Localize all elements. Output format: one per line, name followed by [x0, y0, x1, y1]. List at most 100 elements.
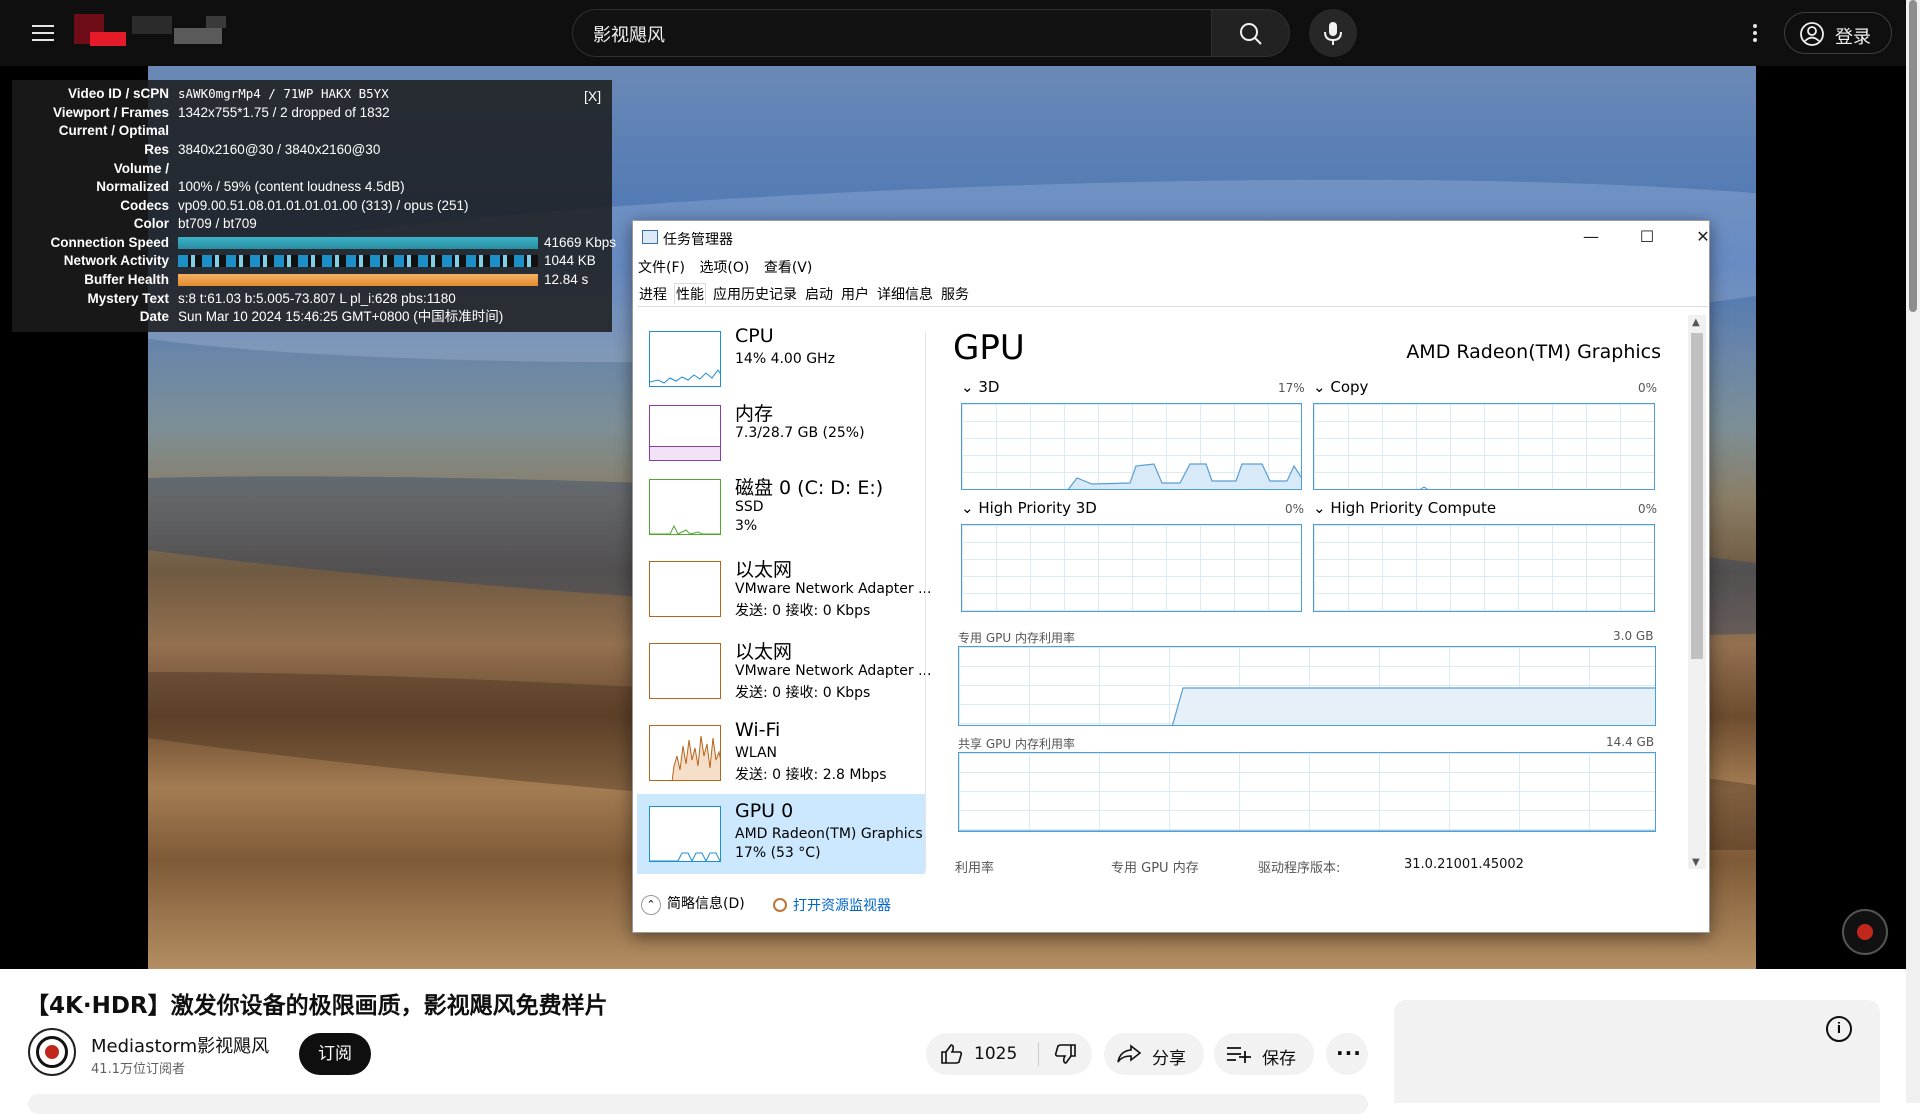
- channel-avatar[interactable]: [28, 1028, 76, 1076]
- resource-item-cpu[interactable]: CPU 14% 4.00 GHz: [637, 319, 925, 399]
- subscriber-count: 41.1万位订阅者: [91, 1062, 185, 1077]
- more-horiz-icon: ···: [1336, 1041, 1362, 1065]
- subscribe-button[interactable]: 订阅: [299, 1033, 371, 1075]
- tab-performance[interactable]: 性能: [674, 283, 706, 305]
- cpu-mini-graph: [649, 331, 721, 387]
- ethernet-mini-graph: [649, 643, 721, 699]
- tab-bar: 进程 性能 应用历史记录 启动 用户 详细信息 服务: [638, 283, 1708, 307]
- search-input[interactable]: [593, 22, 1173, 46]
- logo[interactable]: [74, 14, 226, 46]
- resource-item-ethernet-2[interactable]: 以太网 VMware Network Adapter ... 发送: 0 接收:…: [637, 631, 931, 711]
- engine-pct: 0%: [1638, 502, 1658, 516]
- detail-scrollbar-thumb[interactable]: [1691, 333, 1703, 659]
- shared-mem-max: 14.4 GB: [1606, 735, 1655, 749]
- chevron-down-icon: ⌄: [961, 378, 979, 396]
- resource-item-wifi[interactable]: Wi-Fi WLAN 发送: 0 接收: 2.8 Mbps: [637, 713, 925, 793]
- more-vert-icon[interactable]: [1738, 16, 1772, 50]
- engine-dropdown-high-priority-compute[interactable]: ⌄ High Priority Compute: [1313, 499, 1496, 517]
- tab-processes[interactable]: 进程: [638, 284, 668, 304]
- engine-dropdown-copy[interactable]: ⌄ Copy: [1313, 378, 1368, 396]
- tab-users[interactable]: 用户: [840, 284, 870, 304]
- playlist-add-icon: [1227, 1047, 1251, 1063]
- resource-monitor-icon: [773, 898, 787, 912]
- stats-row: Color bt709 / bt709: [133, 216, 257, 231]
- scroll-up-icon[interactable]: ▲: [1692, 317, 1700, 328]
- mic-icon: [1324, 22, 1342, 45]
- share-button[interactable]: 分享: [1104, 1033, 1204, 1075]
- dedicated-mem-label: 专用 GPU 内存: [1111, 861, 1199, 876]
- tab-services[interactable]: 服务: [940, 284, 970, 304]
- task-manager-icon: [642, 230, 658, 244]
- less-details-button[interactable]: ⌃ 简略信息(D): [641, 893, 745, 915]
- tab-app-history[interactable]: 应用历史记录: [712, 284, 798, 304]
- close-button[interactable]: ✕: [1675, 221, 1731, 253]
- graph-dedicated-memory: [958, 646, 1656, 726]
- save-button[interactable]: 保存: [1214, 1033, 1314, 1075]
- maximize-button[interactable]: ☐: [1619, 221, 1675, 253]
- driver-value: 31.0.21001.45002: [1404, 857, 1524, 872]
- engine-dropdown-high-priority-3d[interactable]: ⌄ High Priority 3D: [961, 499, 1097, 517]
- disk-mini-graph: [649, 479, 721, 535]
- ethernet-mini-graph: [649, 561, 721, 617]
- stats-row: Date Sun Mar 10 2024 15:46:25 GMT+0800 (…: [139, 309, 504, 324]
- player-logo-icon[interactable]: [1842, 909, 1888, 955]
- graph-3d: [961, 403, 1302, 490]
- graph-high-priority-compute: [1313, 524, 1655, 612]
- search-box: [572, 9, 1212, 57]
- stats-for-nerds-panel: [X] Video ID / sCPN sAWK0mgrMp4 / 71WP H…: [12, 80, 617, 332]
- thumbs-down-icon: [1054, 1044, 1076, 1064]
- channel-name[interactable]: Mediastorm影视飓风: [91, 1032, 269, 1058]
- voice-search-button[interactable]: [1309, 9, 1357, 57]
- description-box[interactable]: [28, 1094, 1368, 1114]
- graph-3d-line: [1067, 463, 1301, 489]
- gpu-stats-row: 利用率 专用 GPU 内存 驱动程序版本: 31.0.21001.45002: [633, 857, 1633, 877]
- like-button[interactable]: 1025: [926, 1033, 1038, 1075]
- info-icon[interactable]: i: [1826, 1016, 1852, 1042]
- resource-item-ethernet-1[interactable]: 以太网 VMware Network Adapter ... 发送: 0 接收:…: [637, 549, 931, 629]
- menu-file[interactable]: 文件(F): [638, 260, 685, 276]
- chevron-down-icon: ⌄: [1313, 378, 1331, 396]
- like-count: 1025: [974, 1044, 1018, 1064]
- more-actions-button[interactable]: ···: [1326, 1033, 1368, 1075]
- masthead: 登录: [0, 0, 1906, 66]
- gpu-mini-graph: [649, 806, 721, 862]
- stats-row: Mystery Text s:8 t:61.03 b:5.005-73.807 …: [87, 291, 456, 306]
- menu-view[interactable]: 查看(V): [764, 260, 813, 276]
- open-resource-monitor-link[interactable]: 打开资源监视器: [773, 895, 891, 915]
- minimize-button[interactable]: —: [1563, 221, 1619, 253]
- page-scrollbar-thumb[interactable]: [1909, 0, 1917, 312]
- search-button[interactable]: [1212, 9, 1290, 57]
- gpu-heading: GPU: [953, 328, 1025, 368]
- engine-dropdown-3d[interactable]: ⌄ 3D: [961, 378, 999, 396]
- resource-item-memory[interactable]: 内存 7.3/28.7 GB (25%): [637, 393, 925, 473]
- connection-speed-graph: [178, 237, 538, 249]
- dislike-button[interactable]: [1039, 1033, 1092, 1075]
- stats-row: Video ID / sCPN sAWK0mgrMp4 / 71WP HAKX …: [67, 86, 389, 101]
- account-icon: [1800, 22, 1824, 46]
- scroll-down-icon[interactable]: ▼: [1692, 857, 1700, 868]
- dedicated-mem-max: 3.0 GB: [1613, 629, 1654, 643]
- stats-row-network: Network Activity 1044 KB: [63, 253, 596, 268]
- like-dislike-group: 1025: [926, 1033, 1092, 1075]
- save-label: 保存: [1262, 1049, 1296, 1069]
- resource-item-disk[interactable]: 磁盘 0 (C: D: E:) SSD 3%: [637, 467, 925, 547]
- util-label: 利用率: [955, 861, 995, 876]
- stats-row: Viewport / Frames 1342x755*1.75 / 2 drop…: [52, 105, 390, 120]
- menu-options[interactable]: 选项(O): [699, 260, 749, 276]
- stats-row-connection: Connection Speed 41669 Kbps: [50, 235, 617, 250]
- tab-startup[interactable]: 启动: [804, 284, 834, 304]
- stats-row: Current / Optimal: [58, 123, 169, 138]
- engine-pct: 0%: [1285, 502, 1305, 516]
- graph-high-priority-3d: [961, 524, 1302, 612]
- buffer-health-graph: [178, 274, 538, 286]
- menu-icon[interactable]: [26, 16, 60, 50]
- share-label: 分享: [1152, 1049, 1186, 1069]
- memory-mini-graph: [649, 405, 721, 461]
- chevron-up-icon: ⌃: [641, 895, 661, 915]
- stats-row-buffer: Buffer Health 12.84 s: [84, 272, 589, 287]
- driver-label: 驱动程序版本:: [1258, 861, 1341, 876]
- tab-details[interactable]: 详细信息: [876, 284, 934, 304]
- sign-in-button[interactable]: 登录: [1784, 12, 1892, 54]
- divider: [925, 331, 926, 871]
- graph-copy: [1313, 403, 1655, 490]
